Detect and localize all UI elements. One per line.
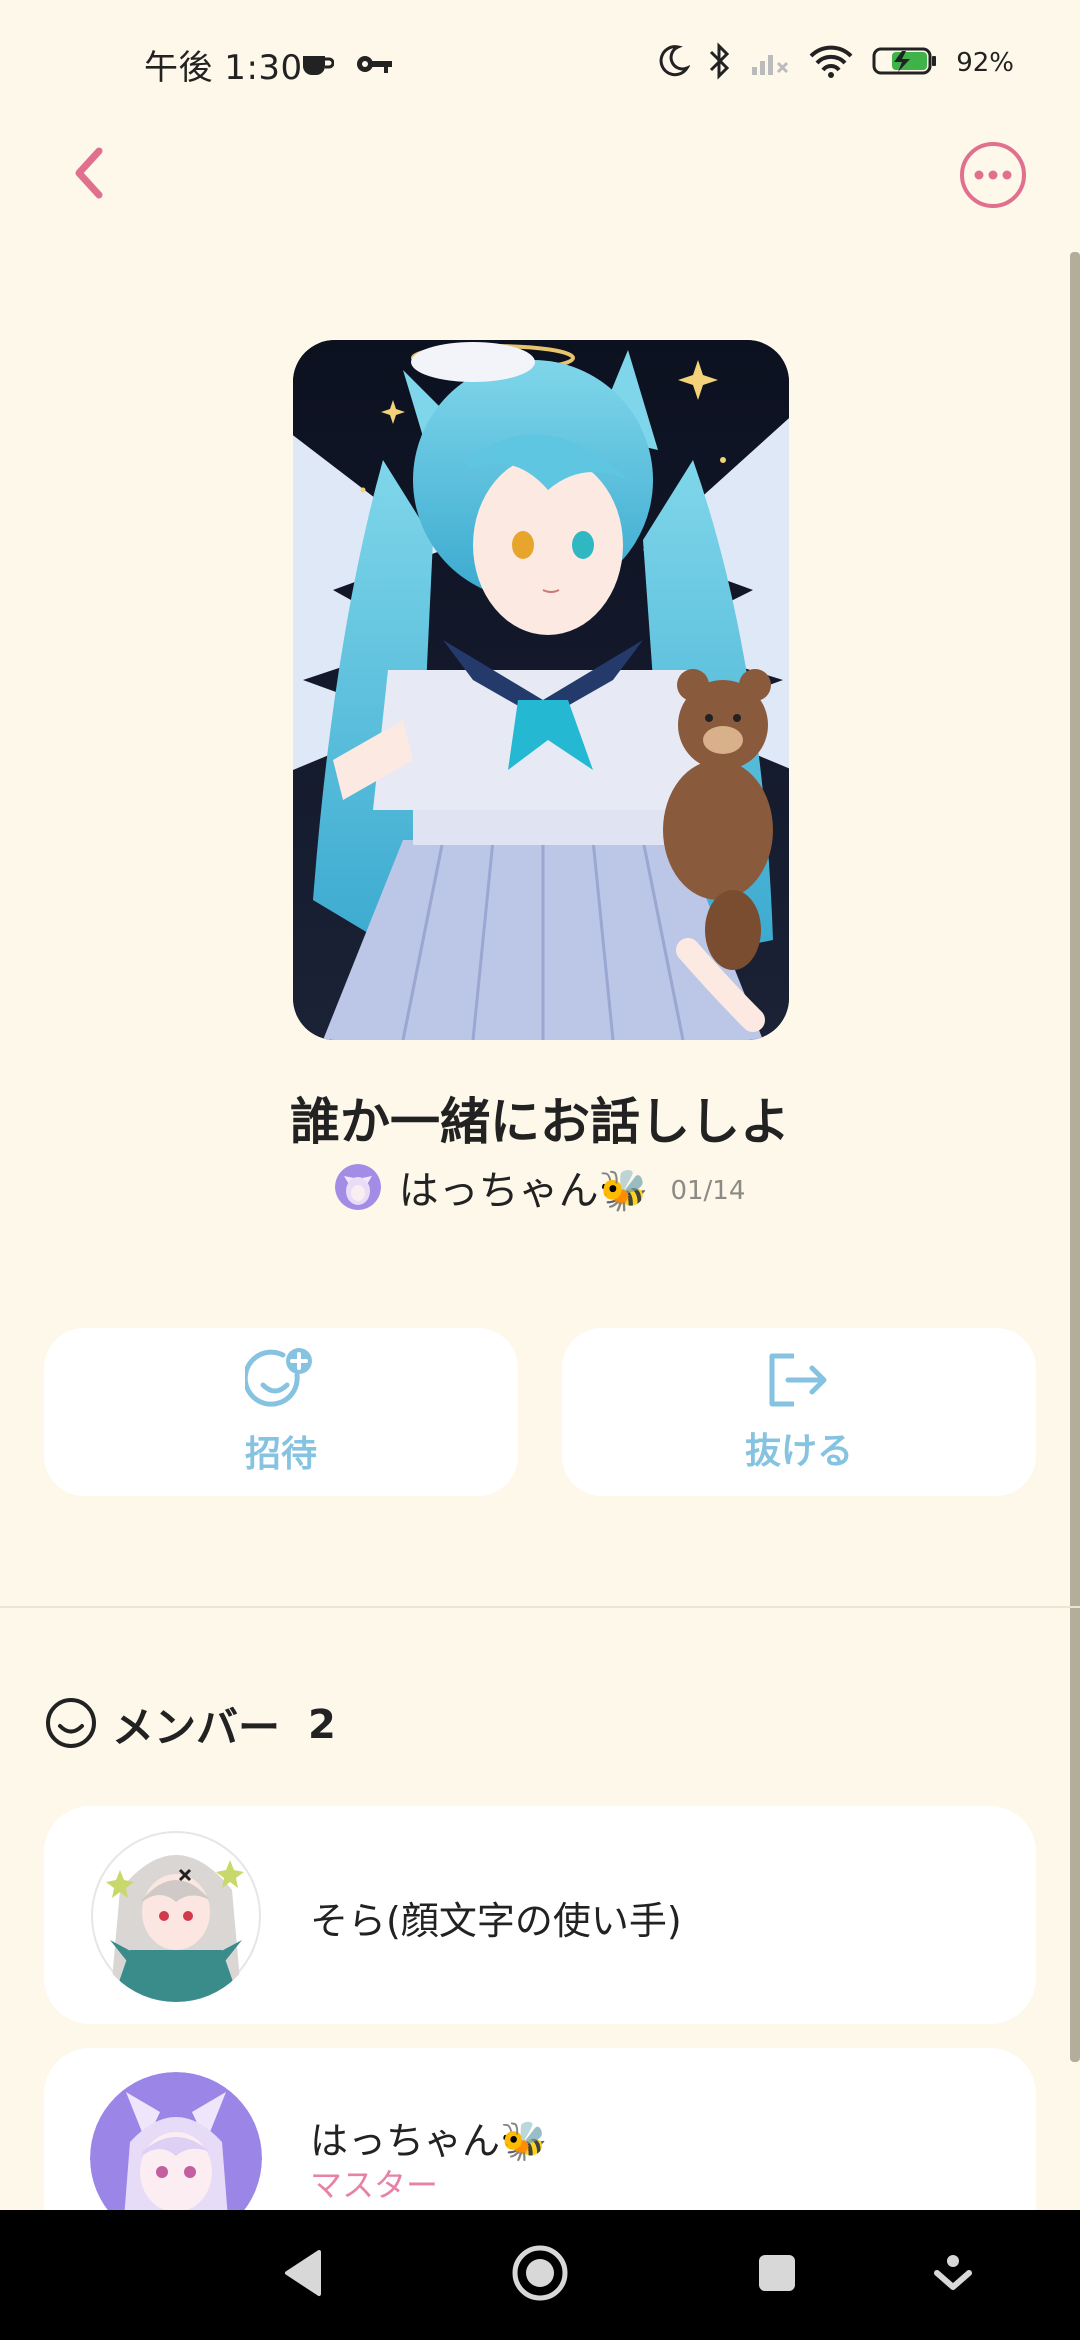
more-options-button[interactable]: [958, 142, 1028, 212]
member-avatar: [90, 1830, 262, 2002]
member-name: はっちゃん🐝: [310, 2119, 548, 2163]
wifi-icon: [808, 44, 854, 82]
exit-icon: [766, 1350, 832, 1414]
members-header: メンバー 2: [44, 1694, 336, 1755]
chevron-left-icon: [69, 145, 109, 205]
square-recents-icon: [755, 2251, 799, 2299]
battery-percent: 92%: [956, 48, 1014, 78]
moon-icon: [658, 44, 691, 82]
invite-button[interactable]: 招待: [44, 1328, 518, 1496]
system-nav-bar: [0, 2210, 1080, 2340]
key-icon: [356, 52, 394, 80]
invite-label: 招待: [244, 1434, 317, 1475]
room-cover-image: [293, 340, 789, 1040]
scrollbar[interactable]: [1070, 252, 1080, 2062]
leave-button[interactable]: 抜ける: [562, 1328, 1036, 1496]
more-circle-icon: [958, 140, 1028, 214]
member-item[interactable]: そら(顔文字の使い手): [44, 1806, 1036, 2024]
room-title: 誰か一緒にお話ししよ: [290, 1093, 790, 1151]
status-time: 午後 1:30: [144, 48, 303, 88]
home-circle-icon: [510, 2243, 570, 2307]
member-role-badge: マスター: [310, 2166, 439, 2204]
bluetooth-icon: [708, 42, 732, 84]
triangle-back-icon: [281, 2248, 325, 2302]
members-count: 2: [308, 1701, 336, 1748]
smiley-plus-icon: [242, 1347, 317, 1417]
member-name: そら(顔文字の使い手): [310, 1899, 682, 1943]
leave-label: 抜ける: [744, 1431, 853, 1472]
battery-charging-icon: [872, 45, 938, 81]
status-bar: 午後 1:30 92%: [0, 0, 1080, 130]
host-info: はっちゃん🐝 01/14: [0, 1158, 1080, 1216]
nav-back-button[interactable]: [268, 2240, 338, 2310]
section-divider: [0, 1606, 1080, 1608]
host-avatar[interactable]: [334, 1164, 381, 1210]
smiley-icon: [44, 1696, 98, 1754]
status-right: 92%: [658, 42, 1014, 84]
status-left-icons: [300, 50, 394, 82]
cup-icon: [300, 50, 335, 82]
room-date: 01/14: [670, 1176, 746, 1206]
nav-home-button[interactable]: [505, 2240, 575, 2310]
nav-assistant-button[interactable]: [918, 2240, 988, 2310]
signal-icon: [750, 45, 790, 81]
assistant-down-icon: [931, 2251, 975, 2299]
host-name[interactable]: はっちゃん🐝: [399, 1158, 649, 1216]
nav-recents-button[interactable]: [742, 2240, 812, 2310]
back-button[interactable]: [54, 140, 124, 210]
members-title: メンバー: [112, 1703, 281, 1752]
